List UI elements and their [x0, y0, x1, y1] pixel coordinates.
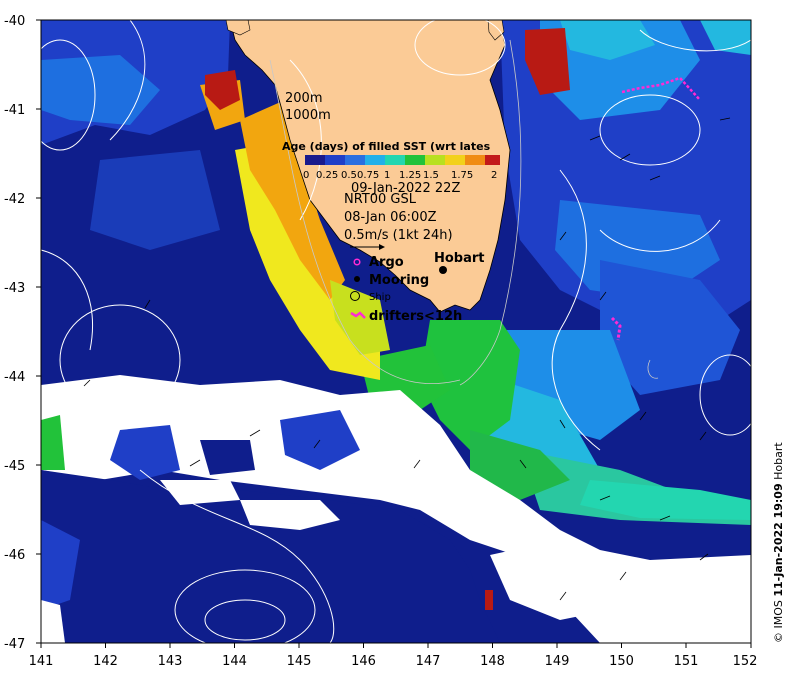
colorbar-tick-5: 1.25	[399, 170, 421, 181]
x-tick-label: 142	[93, 654, 118, 669]
y-tick-label: -40	[4, 14, 25, 29]
x-tick-label: 150	[609, 654, 634, 669]
x-tick-label: 146	[351, 654, 376, 669]
copyright-text: © IMOS 11-Jan-2022 19:09 Hobart	[772, 442, 785, 643]
current-source: NRT00 GSL	[344, 192, 417, 207]
colorbar-tick-7: 1.75	[451, 170, 473, 181]
current-date: 08-Jan 06:00Z	[344, 210, 437, 225]
drifter-label: drifters<12h	[369, 309, 462, 324]
argo-label: Argo	[369, 255, 404, 270]
colorbar-tick-0: 0	[303, 170, 309, 181]
y-tick-label: -45	[4, 459, 25, 474]
y-axis	[36, 19, 41, 644]
scale-label: 0.5m/s (1kt 24h)	[344, 228, 453, 243]
y-tick-label: -43	[4, 281, 25, 296]
x-tick-label: 143	[158, 654, 183, 669]
x-tick-label: 144	[222, 654, 247, 669]
colorbar-tick-8: 2	[491, 170, 497, 181]
x-tick-label: 145	[287, 654, 312, 669]
x-tick-label: 147	[416, 654, 441, 669]
colorbar-tick-2: 0.5	[341, 170, 357, 181]
ship-label: Ship	[369, 292, 391, 303]
x-tick-label: 152	[733, 654, 758, 669]
mooring-marker-icon	[354, 276, 360, 282]
hobart-label: Hobart	[434, 251, 485, 266]
x-tick-label: 141	[29, 654, 54, 669]
colorbar-title: Age (days) of filled SST (wrt lates	[282, 140, 491, 153]
x-tick-label: 151	[674, 654, 699, 669]
depth-label-1000: 1000m	[285, 108, 331, 123]
x-tick-label: 149	[545, 654, 570, 669]
y-tick-label: -46	[4, 548, 25, 563]
colorbar-tick-1: 0.25	[316, 170, 338, 181]
mooring-label: Mooring	[369, 273, 429, 288]
y-tick-label: -44	[4, 370, 25, 385]
y-tick-label: -47	[4, 637, 25, 652]
colorbar-swatches	[305, 155, 500, 165]
y-tick-label: -41	[4, 103, 25, 118]
colorbar-tick-4: 1	[384, 170, 390, 181]
y-tick-label: -42	[4, 192, 25, 207]
colorbar-tick-3: 0.75	[357, 170, 379, 181]
colorbar-tick-6: 1.5	[423, 170, 439, 181]
x-tick-label: 148	[480, 654, 505, 669]
hobart-marker-icon	[439, 266, 447, 274]
x-axis	[40, 643, 752, 648]
sst-map-figure: Age (days) of filled SST (wrt lates 0 0.…	[4, 14, 785, 669]
depth-label-200: 200m	[285, 91, 322, 106]
